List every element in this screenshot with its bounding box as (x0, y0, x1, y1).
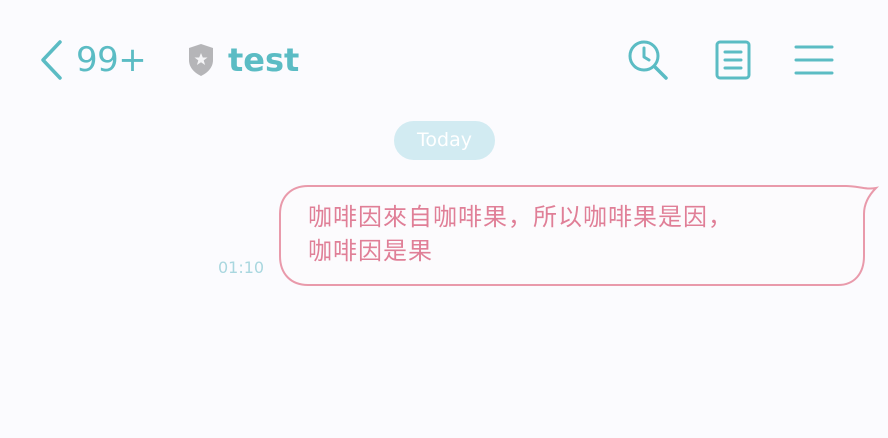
message-bubble[interactable]: 咖啡因來自咖啡果，所以咖啡果是因， 咖啡因是果 (278, 184, 880, 288)
shield-icon (189, 44, 213, 76)
unread-count: 99+ (76, 40, 147, 80)
message-text-line: 咖啡因是果 (308, 237, 433, 265)
chat-title: test (228, 41, 300, 79)
back-button[interactable]: 99+ (38, 38, 147, 82)
date-separator: Today (394, 121, 495, 160)
message-text: 咖啡因來自咖啡果，所以咖啡果是因， 咖啡因是果 (308, 200, 848, 268)
chat-screen: 99+ test Today 01:10 咖啡因來自咖啡果，所以咖啡果是因， 咖… (0, 0, 888, 438)
message-text-line: 咖啡因來自咖啡果，所以咖啡果是因， (308, 203, 733, 231)
menu-icon (794, 45, 834, 75)
search-icon (628, 40, 668, 80)
chat-header: 99+ test (0, 0, 888, 120)
message-timestamp: 01:10 (218, 258, 265, 277)
chat-title-group[interactable]: test (186, 38, 299, 82)
notes-button[interactable] (712, 38, 756, 82)
menu-button[interactable] (792, 38, 836, 82)
notes-icon (715, 40, 751, 80)
chevron-left-icon (41, 40, 62, 80)
search-button[interactable] (626, 38, 670, 82)
